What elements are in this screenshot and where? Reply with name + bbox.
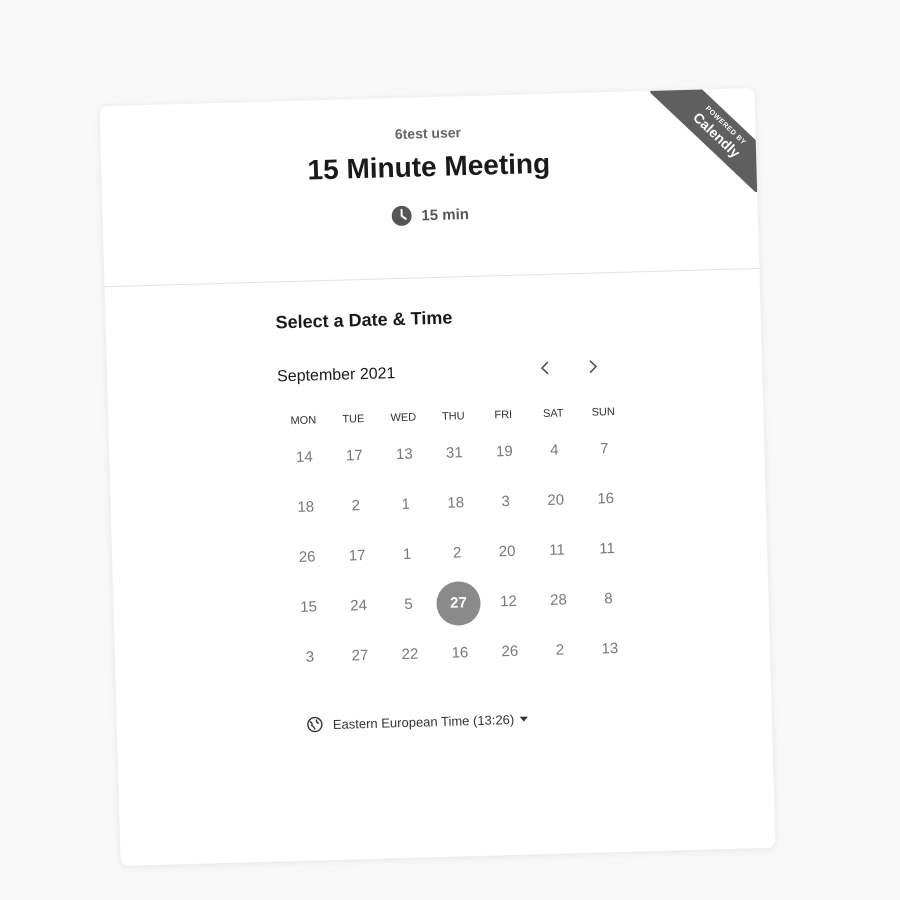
timezone-selector[interactable]: Eastern European Time (13:26) <box>307 704 772 733</box>
weekday-label: THU <box>441 410 465 423</box>
weekday-label: SUN <box>591 406 616 419</box>
calendar-day: 12 <box>499 592 518 611</box>
calendar-day: 31 <box>445 444 463 462</box>
duration-label: 15 min <box>421 205 470 224</box>
calendar-day: 8 <box>604 590 613 608</box>
calendar-day: 19 <box>495 442 513 461</box>
weekday-label: WED <box>390 411 417 425</box>
weekday-label: SAT <box>542 407 564 421</box>
calendar-day: 2 <box>452 544 462 562</box>
calendar-day: 15 <box>300 598 318 616</box>
duration-row: 15 min <box>103 196 758 234</box>
booking-card: 6test user 15 Minute Meeting 15 min POWE… <box>99 88 776 866</box>
calendar-day: 27 <box>351 647 369 665</box>
section-title: Select a Date & Time <box>275 307 453 333</box>
calendar-day: 18 <box>297 498 315 516</box>
weekday-label: FRI <box>494 408 513 422</box>
powered-by-ribbon[interactable]: POWERED BY Calendly <box>650 88 760 195</box>
month-nav-buttons <box>531 354 608 384</box>
chevron-right-icon <box>588 359 599 378</box>
calendar-week: 3 27 22 16 26 2 13 <box>284 624 635 684</box>
calendar-day: 11 <box>549 541 566 559</box>
calendar-day: 3 <box>305 648 315 666</box>
calendar-day: 11 <box>599 540 616 558</box>
calendar-day: 4 <box>549 441 559 459</box>
calendar-day: 20 <box>498 542 516 561</box>
powered-by-badge[interactable]: POWERED BY Calendly <box>650 88 760 195</box>
calendar-grid: MON TUE WED THU FRI SAT SUN 14 17 13 31 … <box>278 400 636 684</box>
calendar-day: 5 <box>404 595 413 613</box>
calendar-day: 13 <box>601 640 619 658</box>
month-navigation: September 2021 <box>277 354 608 391</box>
timezone-label: Eastern European Time (13:26) <box>332 711 515 732</box>
event-header: 6test user 15 Minute Meeting 15 min POWE… <box>99 88 760 288</box>
chevron-left-icon <box>540 360 551 379</box>
scheduler: Select a Date & Time September 2021 MON <box>105 269 772 738</box>
calendar-day: 26 <box>298 548 316 566</box>
calendar-day: 3 <box>501 492 511 511</box>
selected-day-button[interactable]: 27 <box>435 580 482 627</box>
weekday-label: MON <box>290 414 317 428</box>
calendar-day: 1 <box>402 545 412 563</box>
globe-icon <box>307 716 323 733</box>
calendar-day: 1 <box>401 495 411 514</box>
calendar-day: 2 <box>555 641 565 659</box>
calendar-day: 28 <box>549 591 568 609</box>
weekday-label: TUE <box>342 413 365 426</box>
calendar-day: 24 <box>349 597 368 615</box>
calendar-day: 14 <box>295 448 313 466</box>
calendar-day: 17 <box>345 447 363 465</box>
calendar-day: 22 <box>401 645 419 664</box>
calendar-day: 17 <box>348 547 366 565</box>
month-label: September 2021 <box>276 365 396 386</box>
calendar-day: 7 <box>599 440 609 458</box>
calendar-day: 13 <box>395 445 413 464</box>
calendar-day: 20 <box>547 491 565 509</box>
calendar-day: 2 <box>351 497 361 515</box>
calendar-day: 18 <box>447 494 465 512</box>
next-month-button[interactable] <box>579 354 608 383</box>
calendar-day: 16 <box>451 644 469 662</box>
previous-month-button[interactable] <box>531 356 560 385</box>
calendar-day: 16 <box>597 490 615 508</box>
calendar-day: 26 <box>501 642 519 661</box>
clock-icon <box>391 205 412 227</box>
caret-down-icon <box>520 716 529 722</box>
